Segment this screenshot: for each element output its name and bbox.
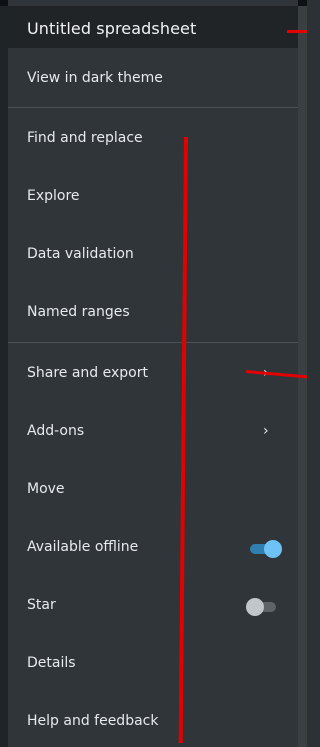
star-toggle[interactable]	[246, 598, 282, 616]
menu-item-data-validation[interactable]: Data validation	[8, 233, 298, 277]
menu-item-label: Help and feedback	[27, 713, 159, 729]
menu-item-star[interactable]: Star	[8, 584, 298, 628]
menu-item-add-ons[interactable]: Add-ons ›	[8, 410, 298, 454]
menu-item-label: Available offline	[27, 539, 139, 555]
menu-item-label: Data validation	[27, 246, 134, 262]
menu-item-share-export[interactable]: Share and export ›	[8, 352, 298, 396]
chevron-right-icon: ›	[263, 423, 269, 439]
menu-item-explore[interactable]: Explore	[8, 175, 298, 219]
right-edge-background	[298, 0, 307, 747]
menu-item-label: Explore	[27, 188, 80, 204]
menu-item-label: View in dark theme	[27, 70, 163, 86]
left-edge	[0, 0, 8, 747]
menu-item-label: Star	[27, 597, 56, 613]
menu-divider	[8, 342, 298, 343]
menu-item-move[interactable]: Move	[8, 468, 298, 512]
menu-item-label: Add-ons	[27, 423, 85, 439]
menu-item-label: Share and export	[27, 365, 148, 381]
menu-item-label: Find and replace	[27, 130, 143, 146]
menu-item-available-offline[interactable]: Available offline	[8, 526, 298, 570]
menu-divider	[8, 107, 298, 108]
spreadsheet-title: Untitled spreadsheet	[27, 19, 197, 38]
menu-item-label: Details	[27, 655, 76, 671]
toggle-thumb	[264, 540, 282, 558]
menu-item-find-replace[interactable]: Find and replace	[8, 117, 298, 161]
menu-item-named-ranges[interactable]: Named ranges	[8, 291, 298, 335]
screen: Untitled spreadsheet View in dark theme …	[0, 0, 307, 747]
menu-item-details[interactable]: Details	[8, 642, 298, 686]
menu-item-label: Move	[27, 481, 65, 497]
menu-item-label: Named ranges	[27, 304, 130, 320]
menu-item-help-feedback[interactable]: Help and feedback	[8, 700, 298, 744]
toggle-thumb	[246, 598, 264, 616]
available-offline-toggle[interactable]	[246, 540, 282, 558]
menu-header: Untitled spreadsheet	[8, 6, 298, 48]
annotation-line-top	[287, 30, 307, 33]
menu-item-view-dark-theme[interactable]: View in dark theme	[8, 57, 298, 101]
